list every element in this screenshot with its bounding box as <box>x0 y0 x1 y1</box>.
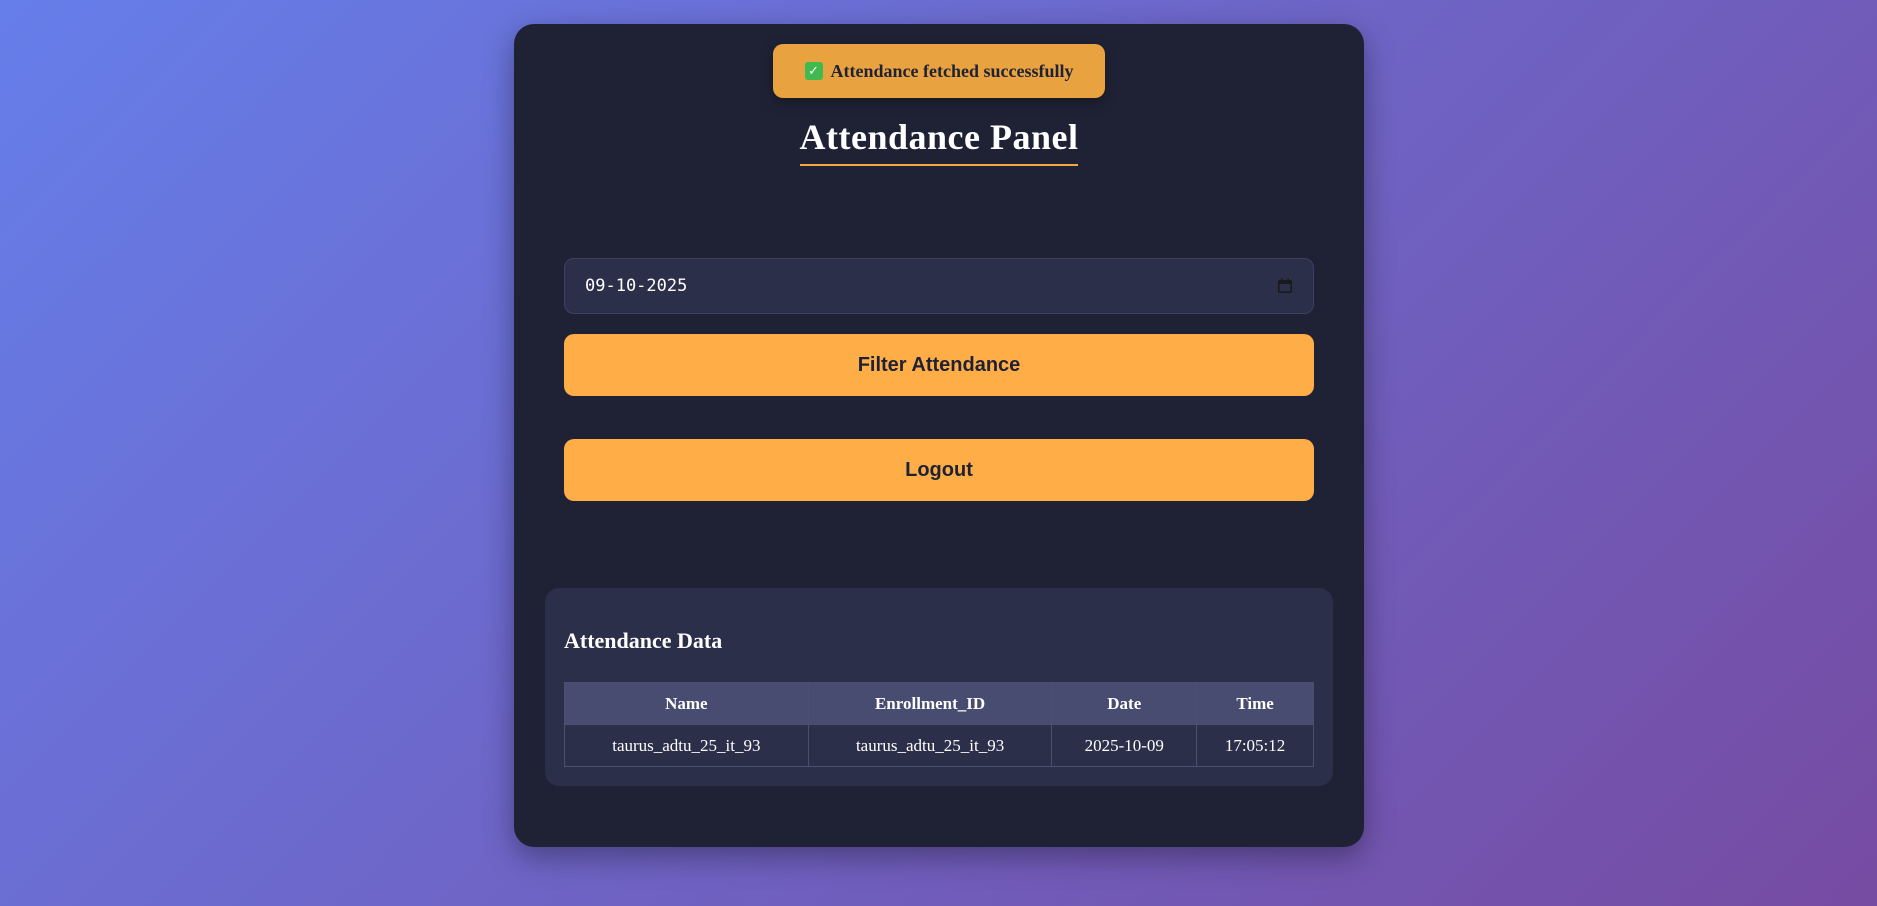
filter-attendance-button[interactable]: Filter Attendance <box>564 334 1314 396</box>
table-row: taurus_adtu_25_it_93 taurus_adtu_25_it_9… <box>564 724 1314 767</box>
date-input-value: 09-10-2025 <box>585 276 688 296</box>
cell-time: 17:05:12 <box>1196 724 1314 767</box>
calendar-icon[interactable] <box>1277 278 1293 294</box>
date-input[interactable]: 09-10-2025 <box>564 258 1314 314</box>
check-mark-icon: ✓ <box>804 62 823 80</box>
column-header-enrollment-id: Enrollment_ID <box>807 682 1053 725</box>
column-header-name: Name <box>564 682 809 725</box>
cell-date: 2025-10-09 <box>1051 724 1198 767</box>
cell-enrollment-id: taurus_adtu_25_it_93 <box>807 724 1053 767</box>
logout-button[interactable]: Logout <box>564 439 1314 501</box>
page-title: Attendance Panel <box>799 116 1079 166</box>
toast-message: Attendance fetched successfully <box>830 60 1074 81</box>
attendance-data-card: Attendance Data Name Enrollment_ID Date … <box>545 588 1333 786</box>
column-header-date: Date <box>1051 682 1198 725</box>
column-header-time: Time <box>1196 682 1314 725</box>
attendance-table: Name Enrollment_ID Date Time taurus_adtu… <box>564 682 1314 767</box>
attendance-data-title: Attendance Data <box>564 628 723 653</box>
attendance-panel: ✓ Attendance fetched successfully Attend… <box>514 24 1364 847</box>
cell-name: taurus_adtu_25_it_93 <box>564 724 809 767</box>
success-toast: ✓ Attendance fetched successfully <box>773 44 1105 98</box>
table-header-row: Name Enrollment_ID Date Time <box>564 682 1314 725</box>
title-wrapper: Attendance Panel <box>514 116 1364 166</box>
